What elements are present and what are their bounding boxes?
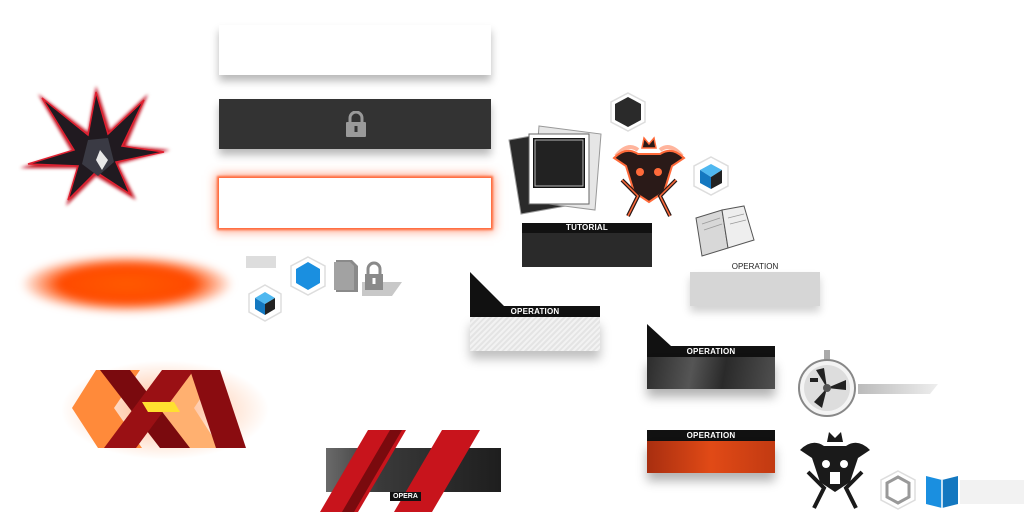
- book-icon: [695, 205, 755, 257]
- crossed-blades-emblem: [72, 370, 246, 448]
- operation-label: OPERATION: [647, 346, 775, 357]
- selected-slot-panel[interactable]: [219, 178, 491, 228]
- folder-tab: [470, 272, 504, 308]
- card-icon: [334, 260, 358, 292]
- operation-card-white[interactable]: [470, 317, 600, 351]
- operation-label: OPERATION: [470, 306, 600, 317]
- tutorial-card[interactable]: [522, 233, 652, 267]
- operation-card-orange[interactable]: [647, 441, 775, 473]
- lock-icon: [362, 261, 402, 296]
- operation-card-plain[interactable]: [690, 272, 820, 306]
- lock-icon: [346, 111, 366, 137]
- dial-slider-track: [858, 384, 938, 394]
- hexagon-icon: [290, 256, 326, 296]
- operation-small-label: OPERA: [390, 492, 421, 501]
- fan-dial-icon[interactable]: [794, 348, 860, 418]
- faint-panel: [960, 480, 1024, 504]
- operation-label: OPERATION: [647, 430, 775, 441]
- grey-tab: [246, 256, 276, 268]
- tutorial-label: TUTORIAL: [522, 223, 652, 233]
- hexagon-icon: [880, 470, 916, 510]
- operation-label: OPERATION: [731, 262, 779, 271]
- cube-icon: [693, 156, 729, 196]
- bull-skull-emblem-icon: [800, 432, 870, 509]
- photo-stack-icon: [508, 125, 602, 215]
- cube-icon: [248, 284, 282, 322]
- red-crystal-burst-icon: [20, 86, 170, 206]
- operation-card-dark[interactable]: [647, 357, 775, 389]
- bull-skull-emblem-icon: [612, 136, 686, 217]
- empty-slot-panel[interactable]: [219, 25, 491, 75]
- orange-glow: [22, 255, 232, 313]
- book-icon: [926, 476, 958, 508]
- hexagon-icon: [610, 92, 646, 132]
- folder-tab: [647, 324, 673, 348]
